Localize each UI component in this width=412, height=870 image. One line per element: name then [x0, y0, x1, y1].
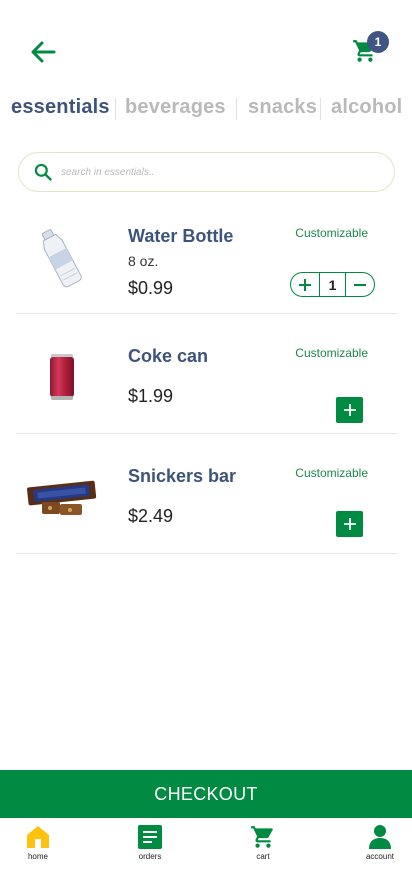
item-name[interactable]: Snickers bar	[128, 466, 236, 487]
water-bottle-image	[41, 229, 82, 288]
plus-icon	[343, 404, 356, 416]
tab-divider	[115, 98, 116, 120]
cart-count-badge: 1	[367, 31, 389, 53]
item-size: 8 oz.	[128, 253, 159, 269]
tab-snacks[interactable]: snacks	[248, 96, 317, 119]
plus-icon	[343, 518, 356, 530]
product-image	[22, 462, 102, 532]
plus-icon	[298, 278, 311, 291]
checkout-button[interactable]: CHECKOUT	[0, 770, 412, 818]
header: 1	[0, 0, 412, 90]
nav-label: home	[27, 852, 48, 861]
nav-item-account[interactable]: account	[350, 824, 410, 868]
list-item: Coke can $1.99 Customizable	[16, 314, 397, 434]
item-name[interactable]: Water Bottle	[128, 226, 233, 247]
list-item: Snickers bar $2.49 Customizable	[16, 434, 397, 554]
customizable-link[interactable]: Customizable	[295, 466, 368, 480]
coke-can-image	[50, 354, 74, 400]
item-price: $2.49	[128, 506, 174, 526]
nav-item-cart[interactable]: cart	[233, 824, 293, 868]
tab-divider	[320, 98, 321, 120]
customizable-link[interactable]: Customizable	[295, 346, 368, 360]
tab-divider	[236, 98, 237, 120]
minus-icon	[354, 283, 367, 286]
arrow-left-icon	[31, 41, 56, 63]
nav-label: orders	[138, 852, 162, 861]
customizable-link[interactable]: Customizable	[295, 226, 368, 240]
nav-label: cart	[256, 852, 270, 861]
category-tabs: essentials beverages snacks alcohol	[0, 96, 412, 124]
product-image	[22, 222, 102, 292]
snickers-bar-image	[27, 480, 97, 515]
product-image	[22, 342, 102, 412]
quantity-stepper: 1	[290, 272, 375, 297]
search-input[interactable]	[61, 166, 361, 178]
item-price: $1.99	[128, 386, 174, 406]
add-to-cart-button[interactable]	[336, 397, 363, 423]
quantity-value: 1	[318, 273, 347, 296]
decrement-button[interactable]	[346, 273, 374, 296]
orders-icon	[138, 825, 162, 849]
nav-item-orders[interactable]: orders	[120, 824, 180, 868]
search-bar[interactable]	[18, 152, 395, 192]
tab-beverages[interactable]: beverages	[125, 96, 226, 119]
add-to-cart-button[interactable]	[336, 511, 363, 537]
bottom-nav: home orders cart account	[0, 818, 412, 870]
item-price: $0.99	[128, 278, 174, 298]
search-icon	[34, 163, 52, 181]
back-button[interactable]	[28, 38, 58, 66]
tab-alcohol[interactable]: alcohol	[331, 96, 402, 119]
tab-essentials[interactable]: essentials	[11, 96, 110, 119]
nav-item-home[interactable]: home	[8, 824, 68, 868]
home-icon	[27, 826, 49, 848]
list-item: Water Bottle 8 oz. $0.99 Customizable 1	[16, 194, 397, 314]
cart-icon	[251, 826, 273, 848]
nav-label: account	[365, 852, 395, 861]
increment-button[interactable]	[291, 273, 319, 296]
account-icon	[369, 825, 391, 849]
item-name[interactable]: Coke can	[128, 346, 208, 367]
